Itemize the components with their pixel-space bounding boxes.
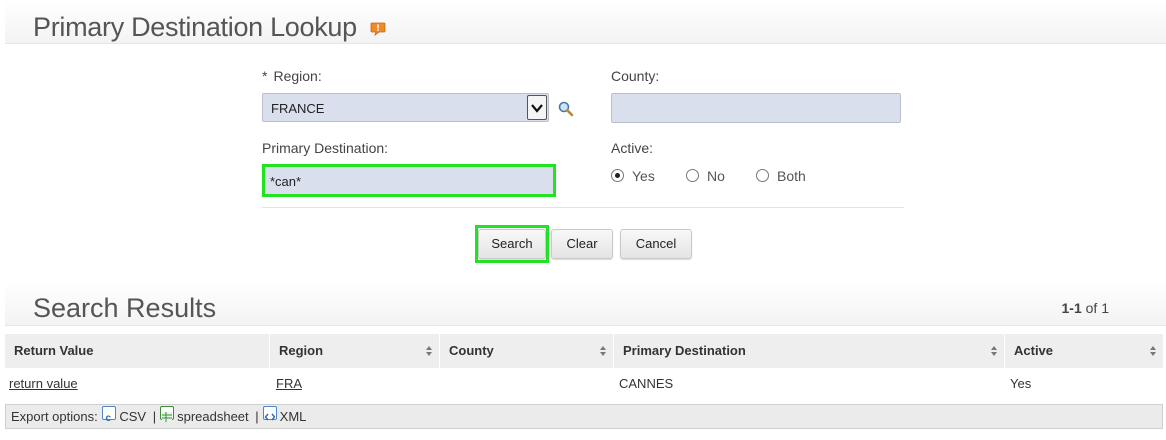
county-label: County: (611, 68, 660, 84)
xml-icon[interactable] (262, 406, 277, 421)
primary-destination-value: *can* (270, 174, 302, 189)
search-button[interactable]: Search (478, 229, 546, 259)
column-header-label: Active (1014, 343, 1054, 358)
separator: | (255, 409, 259, 424)
region-select-value: FRANCE (271, 101, 325, 116)
chevron-down-icon[interactable] (527, 95, 547, 120)
region-label-text: Region: (273, 68, 322, 84)
clear-button[interactable]: Clear (551, 229, 613, 259)
search-icon[interactable] (557, 100, 575, 118)
primary-destination-cell: CANNES (619, 376, 674, 391)
sort-icon[interactable] (599, 345, 607, 357)
separator: | (152, 409, 157, 424)
radio-unchecked-icon[interactable] (686, 169, 699, 182)
active-option-label: No (707, 168, 725, 184)
spreadsheet-icon[interactable] (160, 406, 175, 422)
active-label: Active: (611, 140, 654, 156)
county-input[interactable] (611, 93, 901, 123)
radio-checked-icon[interactable] (611, 169, 624, 182)
svg-text:c: c (106, 413, 112, 423)
active-cell: Yes (1010, 376, 1032, 391)
column-header-label: County (449, 343, 494, 358)
csv-icon[interactable]: c (102, 406, 117, 424)
column-header-label: Primary Destination (623, 343, 746, 358)
column-header-county[interactable]: County (440, 334, 614, 368)
region-label: * Region: (262, 68, 322, 84)
export-spreadsheet-link[interactable]: spreadsheet (177, 409, 249, 424)
form-divider (262, 207, 904, 208)
sort-icon[interactable] (990, 345, 998, 357)
region-link[interactable]: FRA (276, 376, 302, 391)
results-count-total: of 1 (1085, 300, 1109, 316)
primary-destination-label: Primary Destination: (262, 140, 389, 156)
active-option-label: Both (777, 168, 806, 184)
column-header-region[interactable]: Region (270, 334, 440, 368)
primary-destination-input[interactable]: *can* (262, 164, 556, 197)
sort-icon[interactable] (1149, 345, 1157, 357)
return-value-link[interactable]: return value (9, 376, 78, 391)
export-options-bar: Export options: c CSV | spreadsheet | XM… (5, 404, 1163, 429)
results-count: 1-1 of 1 (1062, 300, 1109, 316)
export-csv-link[interactable]: CSV (119, 409, 146, 424)
export-xml-link[interactable]: XML (280, 409, 307, 424)
results-title: Search Results (33, 293, 217, 323)
column-header-primary-destination[interactable]: Primary Destination (614, 334, 1005, 368)
page-title: Primary Destination Lookup (33, 12, 357, 42)
active-option-label: Yes (632, 168, 655, 184)
sort-icon[interactable] (425, 345, 433, 357)
export-label: Export options: (11, 409, 98, 424)
column-header-active[interactable]: Active (1005, 334, 1163, 368)
column-header-label: Region (279, 343, 324, 358)
help-icon[interactable] (370, 22, 386, 36)
results-table-header: Return Value Region County Primary Desti… (5, 334, 1163, 368)
column-header-return-value[interactable]: Return Value (5, 334, 270, 368)
required-marker: * (262, 68, 268, 84)
region-select[interactable]: FRANCE (262, 93, 549, 122)
results-count-range: 1-1 (1061, 300, 1082, 316)
radio-unchecked-icon[interactable] (756, 169, 769, 182)
cancel-button[interactable]: Cancel (620, 229, 692, 259)
